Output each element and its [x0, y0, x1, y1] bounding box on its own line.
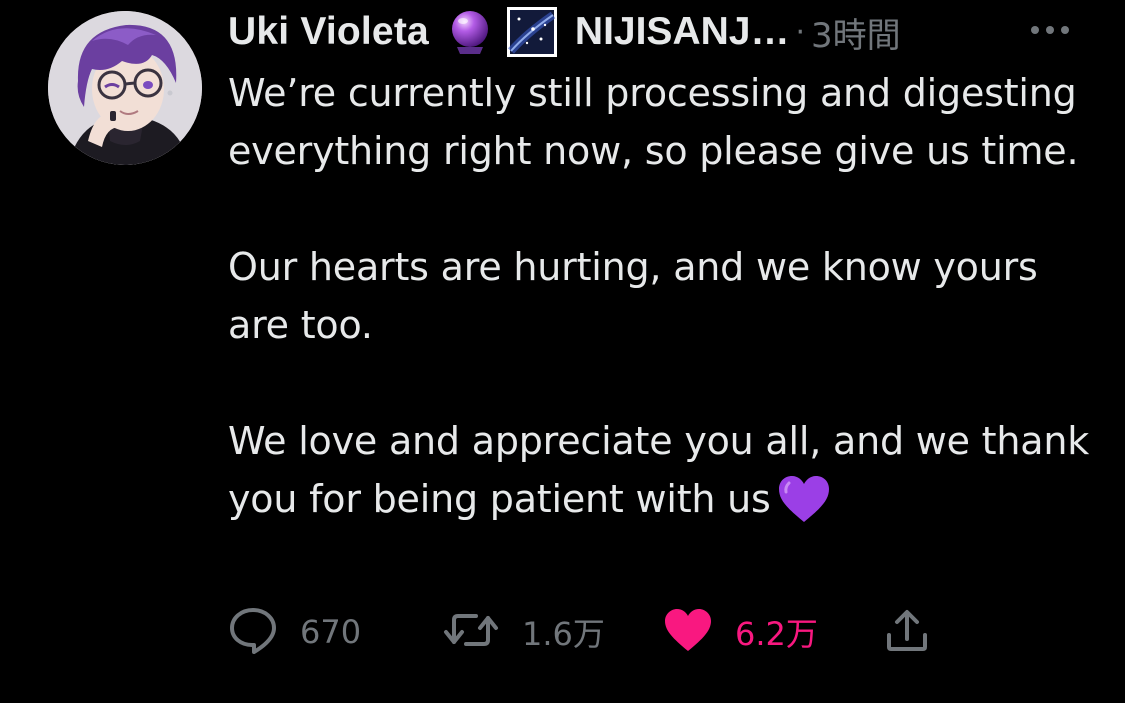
account-handle[interactable]: NIJISANJ…	[575, 10, 790, 54]
retweet-icon	[442, 608, 500, 656]
tweet-actions: 670 1.6万 6.2万	[228, 604, 1088, 660]
tweet[interactable]: Uki Violeta NIJISANJ… · 3時間 We’re curren…	[0, 0, 1125, 703]
heart-icon	[663, 607, 713, 657]
like-count: 6.2万	[735, 615, 818, 653]
tweet-paragraph: We love and appreciate you all, and we t…	[228, 412, 1108, 528]
like-button[interactable]: 6.2万	[663, 604, 818, 660]
retweet-count: 1.6万	[522, 615, 605, 653]
reply-icon	[228, 606, 278, 658]
tweet-paragraph: Our hearts are hurting, and we know your…	[228, 245, 1038, 347]
reply-button[interactable]: 670	[228, 604, 361, 660]
tweet-paragraph-text: We love and appreciate you all, and we t…	[228, 419, 1090, 521]
tweet-header: Uki Violeta NIJISANJ… · 3時間	[228, 0, 1108, 64]
header-separator: ·	[795, 14, 806, 50]
reply-count: 670	[300, 613, 362, 651]
share-button[interactable]	[884, 604, 930, 660]
share-icon	[884, 607, 930, 657]
tweet-text: We’re currently still processing and dig…	[228, 64, 1108, 528]
crystal-ball-emoji-icon	[447, 9, 493, 55]
tweet-paragraph: We’re currently still processing and dig…	[228, 71, 1079, 173]
more-options-icon[interactable]	[1028, 18, 1072, 42]
timestamp[interactable]: 3時間	[811, 8, 901, 57]
avatar[interactable]	[48, 11, 202, 165]
milky-way-emoji-icon	[505, 5, 559, 59]
retweet-button[interactable]: 1.6万	[442, 604, 605, 660]
purple-heart-emoji-icon	[777, 474, 831, 524]
display-name[interactable]: Uki Violeta	[228, 10, 429, 54]
